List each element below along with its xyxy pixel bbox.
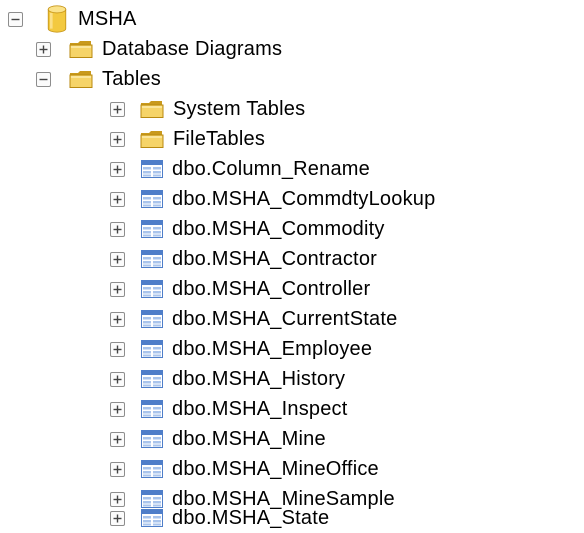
table-icon xyxy=(141,190,163,208)
table-icon xyxy=(141,280,163,298)
expand-toggle-icon[interactable] xyxy=(110,222,125,237)
folder-icon xyxy=(69,39,93,59)
tree-node-table[interactable]: dbo.MSHA_CommdtyLookup xyxy=(110,184,435,214)
table-icon xyxy=(141,509,163,527)
tree-node-table[interactable]: dbo.MSHA_Commodity xyxy=(110,214,385,244)
tree-node-table[interactable]: dbo.MSHA_Employee xyxy=(110,334,372,364)
table-icon xyxy=(141,160,163,178)
table-label: dbo.MSHA_Commodity xyxy=(172,217,385,240)
expand-toggle-icon[interactable] xyxy=(110,282,125,297)
expand-toggle-icon[interactable] xyxy=(110,192,125,207)
folder-label: Database Diagrams xyxy=(102,37,283,60)
table-label: dbo.MSHA_Inspect xyxy=(172,397,348,420)
expand-toggle-icon[interactable] xyxy=(110,511,125,526)
table-label: dbo.MSHA_Mine xyxy=(172,427,326,450)
tree-node-table[interactable]: dbo.MSHA_History xyxy=(110,364,345,394)
tree-node-table[interactable]: dbo.MSHA_MineOffice xyxy=(110,454,379,484)
expand-toggle-icon[interactable] xyxy=(110,342,125,357)
table-label: dbo.MSHA_Contractor xyxy=(172,247,378,270)
tree-node-filetables[interactable]: FileTables xyxy=(110,124,265,154)
folder-label: Tables xyxy=(102,67,162,90)
tree-node-system-tables[interactable]: System Tables xyxy=(110,94,305,124)
table-icon xyxy=(141,220,163,238)
table-label: dbo.MSHA_MineOffice xyxy=(172,457,379,480)
expand-toggle-icon[interactable] xyxy=(110,312,125,327)
table-icon xyxy=(141,370,163,388)
table-icon xyxy=(141,340,163,358)
expand-toggle-icon[interactable] xyxy=(110,102,125,117)
table-label: dbo.Column_Rename xyxy=(172,157,370,180)
expand-toggle-icon[interactable] xyxy=(110,432,125,447)
database-icon xyxy=(45,5,69,33)
tree-node-table[interactable]: dbo.MSHA_Mine xyxy=(110,424,326,454)
table-icon xyxy=(141,310,163,328)
database-label: MSHA xyxy=(78,7,137,30)
folder-icon xyxy=(140,129,164,149)
expand-toggle-icon[interactable] xyxy=(36,42,51,57)
folder-label: FileTables xyxy=(173,127,266,150)
table-label: dbo.MSHA_History xyxy=(172,367,346,390)
collapse-toggle-icon[interactable] xyxy=(8,12,23,27)
table-label: dbo.MSHA_CurrentState xyxy=(172,307,398,330)
folder-icon xyxy=(140,99,164,119)
expand-toggle-icon[interactable] xyxy=(110,252,125,267)
expand-toggle-icon[interactable] xyxy=(110,372,125,387)
collapse-toggle-icon[interactable] xyxy=(36,72,51,87)
tree-node-table[interactable]: dbo.Column_Rename xyxy=(110,154,370,184)
folder-icon xyxy=(69,69,93,89)
table-icon xyxy=(141,250,163,268)
object-explorer-tree: MSHA Database Diagrams Tables System Tab… xyxy=(0,0,584,533)
tree-node-table[interactable]: dbo.MSHA_Inspect xyxy=(110,394,348,424)
table-label: dbo.MSHA_State xyxy=(172,506,330,529)
table-label: dbo.MSHA_Employee xyxy=(172,337,373,360)
table-label: dbo.MSHA_Controller xyxy=(172,277,371,300)
tree-node-table[interactable]: dbo.MSHA_Contractor xyxy=(110,244,377,274)
table-icon xyxy=(141,430,163,448)
tree-node-tables[interactable]: Tables xyxy=(36,64,161,94)
expand-toggle-icon[interactable] xyxy=(110,132,125,147)
table-label: dbo.MSHA_CommdtyLookup xyxy=(172,187,436,210)
tree-node-table[interactable]: dbo.MSHA_State xyxy=(110,503,329,533)
tree-node-database[interactable]: MSHA xyxy=(8,4,137,34)
tree-node-database-diagrams[interactable]: Database Diagrams xyxy=(36,34,282,64)
expand-toggle-icon[interactable] xyxy=(110,162,125,177)
expand-toggle-icon[interactable] xyxy=(110,402,125,417)
tree-node-table[interactable]: dbo.MSHA_CurrentState xyxy=(110,304,397,334)
folder-label: System Tables xyxy=(173,97,306,120)
expand-toggle-icon[interactable] xyxy=(110,462,125,477)
table-icon xyxy=(141,400,163,418)
table-icon xyxy=(141,460,163,478)
tree-node-table[interactable]: dbo.MSHA_Controller xyxy=(110,274,370,304)
